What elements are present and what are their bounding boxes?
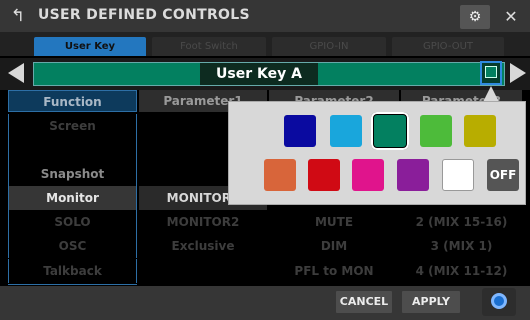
function-cell[interactable]: Talkback	[8, 259, 137, 283]
function-cell[interactable]	[8, 138, 137, 162]
color-swatch-icon	[485, 66, 497, 78]
color-swatch[interactable]	[442, 159, 474, 191]
function-cell[interactable]: OSC	[8, 234, 137, 258]
encoder-icon	[491, 293, 507, 309]
header-function: Function	[8, 90, 137, 112]
parameter1-cell[interactable]: Exclusive	[139, 234, 267, 258]
parameter2-cell[interactable]: MUTE	[269, 210, 399, 234]
apply-button[interactable]: APPLY	[402, 291, 460, 313]
parameter3-cell[interactable]: 2 (MIX 15-16)	[401, 210, 522, 234]
color-swatch[interactable]	[352, 159, 384, 191]
function-cell[interactable]: SOLO	[8, 210, 137, 234]
function-column-border	[8, 284, 137, 285]
color-swatch[interactable]	[371, 112, 409, 150]
palette-pointer	[483, 86, 499, 102]
color-swatch[interactable]	[397, 159, 429, 191]
color-swatch[interactable]	[308, 159, 340, 191]
cancel-button[interactable]: CANCEL	[336, 291, 392, 313]
function-cell-selected[interactable]: Monitor	[8, 186, 137, 210]
color-swatch[interactable]	[330, 115, 362, 147]
back-arrow-icon[interactable]: ↰	[7, 6, 29, 26]
parameter3-cell[interactable]: 3 (MIX 1)	[401, 234, 522, 258]
color-off-button[interactable]: OFF	[487, 159, 519, 191]
color-swatch[interactable]	[420, 115, 452, 147]
previous-arrow-icon[interactable]	[8, 63, 24, 83]
next-arrow-icon[interactable]	[510, 63, 526, 83]
parameter2-cell[interactable]: PFL to MON	[269, 259, 399, 283]
function-cell[interactable]: Screen	[8, 114, 137, 138]
tab-foot-switch[interactable]: Foot Switch	[152, 37, 266, 56]
window-title: USER DEFINED CONTROLS	[38, 7, 250, 23]
tab-gpio-out[interactable]: GPIO-OUT	[392, 37, 504, 56]
key-name-label[interactable]: User Key A	[200, 63, 318, 85]
gear-icon[interactable]: ⚙	[460, 5, 490, 29]
color-swatch[interactable]	[264, 159, 296, 191]
color-swatch[interactable]	[284, 115, 316, 147]
close-icon[interactable]: ✕	[497, 5, 525, 29]
parameter1-cell[interactable]: MONITOR2	[139, 210, 267, 234]
tab-gpio-in[interactable]: GPIO-IN	[272, 37, 386, 56]
tab-user-key[interactable]: User Key	[34, 37, 146, 56]
color-swatch[interactable]	[464, 115, 496, 147]
function-cell[interactable]: Snapshot	[8, 162, 137, 186]
parameter2-cell[interactable]: DIM	[269, 234, 399, 258]
parameter3-cell[interactable]: 4 (MIX 11-12)	[401, 259, 522, 283]
